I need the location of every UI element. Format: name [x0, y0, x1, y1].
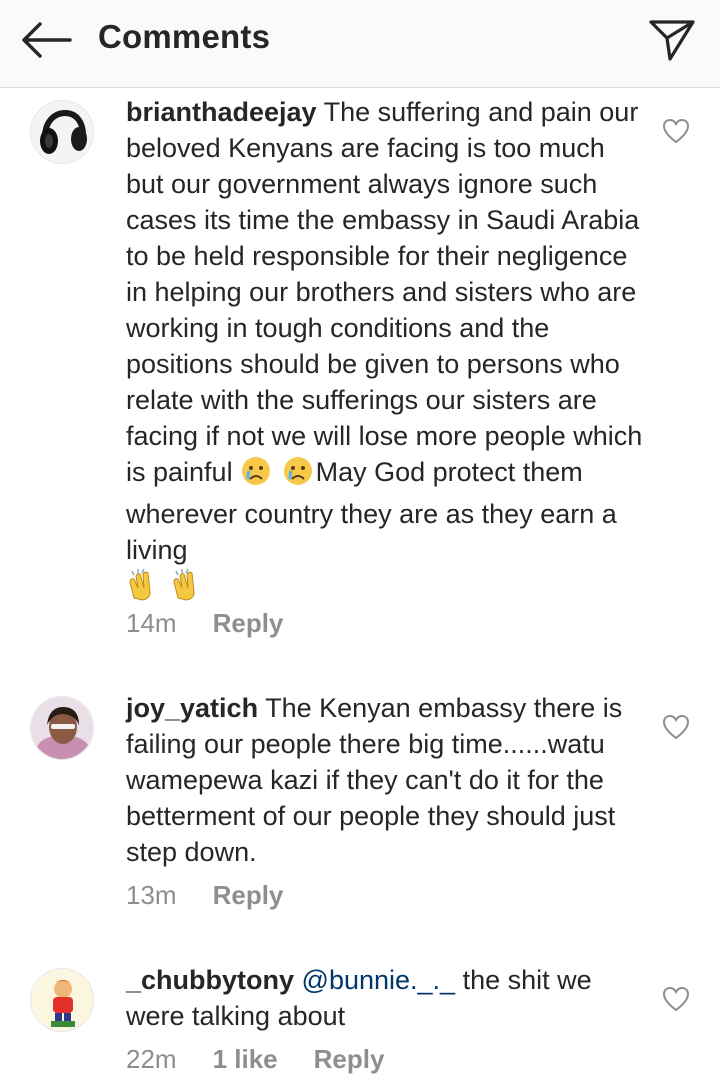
back-button[interactable] — [14, 14, 78, 66]
crying-face-emoji-pair — [240, 455, 316, 496]
arrow-left-icon — [22, 22, 72, 58]
comment-username[interactable]: brianthadeejay — [126, 97, 317, 127]
clapping-hands-emoji — [129, 568, 151, 601]
comment-meta: 14m Reply — [126, 608, 283, 639]
comment-text: _chubbytony @bunnie._._ the shit we were… — [126, 962, 646, 1034]
comment-username[interactable]: joy_yatich — [126, 693, 258, 723]
profile-photo-avatar-image — [31, 697, 93, 759]
clapping-hands-emoji-pair — [126, 568, 206, 611]
avatar[interactable] — [30, 696, 94, 760]
headphones-avatar-image — [31, 101, 93, 163]
comment-time: 13m — [126, 880, 177, 910]
comment-text: joy_yatich The Kenyan embassy there is f… — [126, 690, 646, 870]
heart-icon[interactable] — [662, 714, 690, 740]
header-bar: Comments — [0, 0, 720, 88]
comment-time: 22m — [126, 1044, 177, 1074]
crying-face-emoji — [283, 457, 312, 485]
mention-link[interactable]: @bunnie._._ — [302, 965, 456, 995]
crying-face-emoji — [242, 457, 271, 485]
page-title: Comments — [98, 18, 271, 55]
avatar[interactable] — [30, 968, 94, 1032]
comment-body: The suffering and pain our beloved Kenya… — [126, 97, 643, 487]
cartoon-avatar-image — [31, 969, 93, 1031]
share-button[interactable] — [640, 10, 704, 70]
comment-username[interactable]: _chubbytony — [126, 965, 294, 995]
likes-count-button[interactable]: 1 like — [213, 1044, 278, 1075]
paper-plane-icon — [649, 20, 695, 61]
comment-meta: 22m 1 like Reply — [126, 1044, 384, 1075]
avatar[interactable] — [30, 100, 94, 164]
reply-button[interactable]: Reply — [314, 1044, 385, 1075]
reply-button[interactable]: Reply — [213, 608, 284, 639]
heart-icon[interactable] — [662, 986, 690, 1012]
heart-icon[interactable] — [662, 118, 690, 144]
clapping-hands-emoji — [173, 568, 195, 601]
comment-time: 14m — [126, 608, 177, 638]
reply-button[interactable]: Reply — [213, 880, 284, 911]
comment-meta: 13m Reply — [126, 880, 283, 911]
comment-text: brianthadeejay The suffering and pain ou… — [126, 94, 646, 611]
